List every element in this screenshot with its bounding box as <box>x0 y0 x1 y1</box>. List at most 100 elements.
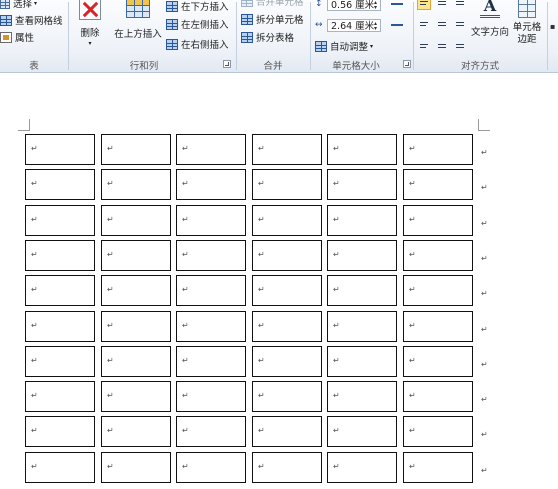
distribute-rows-icon[interactable] <box>391 3 403 5</box>
table-cell[interactable]: ↵ <box>403 134 473 165</box>
table-cell[interactable]: ↵ <box>25 381 95 412</box>
insert-below-button[interactable]: 在下方插入 <box>166 0 229 13</box>
spinner-arrows-icon[interactable]: ▴ ▾ <box>372 0 379 10</box>
table-cell[interactable]: ↵ <box>176 416 246 447</box>
table-cell[interactable]: ↵ <box>25 205 95 236</box>
distribute-columns-icon[interactable] <box>391 24 403 26</box>
autofit-button[interactable]: 自动调整 ▾ <box>315 39 373 53</box>
table-cell[interactable]: ↵ <box>403 275 473 306</box>
table-cell[interactable]: ↵ <box>101 169 171 200</box>
spinner-arrows-icon[interactable]: ▴ ▾ <box>372 20 379 31</box>
row-height-input[interactable]: 0.56 厘米 ▴ ▾ <box>327 0 381 11</box>
table-cell[interactable]: ↵ <box>25 452 95 483</box>
table-cell[interactable]: ↵ <box>327 205 397 236</box>
table-cell[interactable]: ↵ <box>176 169 246 200</box>
table-cell[interactable]: ↵ <box>101 416 171 447</box>
delete-button[interactable]: 删除 ▾ <box>73 0 107 47</box>
cell-margins-button[interactable]: 单元格边距 <box>510 0 544 46</box>
table-cell[interactable]: ↵ <box>101 275 171 306</box>
cell-end-mark: ↵ <box>31 179 38 188</box>
table-cell[interactable]: ↵ <box>252 452 322 483</box>
table-cell[interactable]: ↵ <box>327 169 397 200</box>
table-cell[interactable]: ↵ <box>176 311 246 342</box>
table-cell[interactable]: ↵ <box>403 381 473 412</box>
cell-end-mark: ↵ <box>333 426 340 435</box>
align-bottom-right-button[interactable] <box>453 37 467 50</box>
table-cell[interactable]: ↵ <box>101 381 171 412</box>
table-cell[interactable]: ↵ <box>252 346 322 377</box>
table-cell[interactable]: ↵ <box>327 240 397 271</box>
table-cell[interactable]: ↵ <box>252 416 322 447</box>
insert-above-button[interactable]: 在上方插入 <box>113 0 163 40</box>
table-cell[interactable]: ↵ <box>25 240 95 271</box>
table-cell[interactable]: ↵ <box>252 169 322 200</box>
table-cell[interactable]: ↵ <box>327 346 397 377</box>
split-cells-button[interactable]: 拆分单元格 <box>241 12 304 26</box>
cell-size-launcher-icon[interactable] <box>403 60 411 68</box>
table-cell[interactable]: ↵ <box>25 311 95 342</box>
table-cell[interactable]: ↵ <box>327 311 397 342</box>
table-cell[interactable]: ↵ <box>252 240 322 271</box>
table-cell[interactable]: ↵ <box>176 452 246 483</box>
align-top-center-button[interactable] <box>435 0 449 10</box>
table-cell[interactable]: ↵ <box>176 346 246 377</box>
insert-left-button[interactable]: 在左侧插入 <box>166 17 229 31</box>
split-table-button[interactable]: 拆分表格 <box>241 30 294 44</box>
table-cell[interactable]: ↵ <box>403 240 473 271</box>
table-cell[interactable]: ↵ <box>403 205 473 236</box>
column-width-input[interactable]: 2.64 厘米 ▴ ▾ <box>327 18 381 32</box>
table-cell[interactable]: ↵ <box>403 452 473 483</box>
table-cell[interactable]: ↵ <box>327 452 397 483</box>
table-cell[interactable]: ↵ <box>252 311 322 342</box>
table-cell[interactable]: ↵ <box>101 240 171 271</box>
row-end-mark: ↵ <box>481 289 488 298</box>
select-button[interactable]: 选择 ▾ <box>0 0 37 10</box>
table-cell[interactable]: ↵ <box>252 205 322 236</box>
table-cell[interactable]: ↵ <box>101 134 171 165</box>
table-cell[interactable]: ↵ <box>101 311 171 342</box>
text-direction-button[interactable]: A 文字方向 <box>470 0 510 38</box>
table-cell[interactable]: ↵ <box>101 346 171 377</box>
cell-end-mark: ↵ <box>107 285 114 294</box>
alignment-group-label: 对齐方式 <box>460 61 499 72</box>
table-cell[interactable]: ↵ <box>176 134 246 165</box>
table-cell[interactable]: ↵ <box>327 275 397 306</box>
table-cell[interactable]: ↵ <box>101 205 171 236</box>
table-cell[interactable]: ↵ <box>25 275 95 306</box>
table-cell[interactable]: ↵ <box>327 381 397 412</box>
column-width-spinner[interactable]: ↔ 2.64 厘米 ▴ ▾ <box>315 18 403 32</box>
table-cell[interactable]: ↵ <box>252 134 322 165</box>
properties-button[interactable]: 属性 <box>0 30 34 44</box>
table-cell[interactable]: ↵ <box>176 381 246 412</box>
table-cell[interactable]: ↵ <box>403 311 473 342</box>
table-cell[interactable]: ↵ <box>25 346 95 377</box>
table-cell[interactable]: ↵ <box>101 452 171 483</box>
table-cell[interactable]: ↵ <box>403 416 473 447</box>
align-top-right-button[interactable] <box>453 0 467 10</box>
table-cell[interactable]: ↵ <box>25 416 95 447</box>
table-cell[interactable]: ↵ <box>25 169 95 200</box>
group-divider <box>547 2 548 70</box>
rows-columns-launcher-icon[interactable] <box>223 60 231 68</box>
align-middle-left-button[interactable] <box>417 17 431 30</box>
align-top-left-button[interactable] <box>417 0 431 10</box>
table-cell[interactable]: ↵ <box>403 346 473 377</box>
table-cell[interactable]: ↵ <box>403 169 473 200</box>
view-gridlines-button[interactable]: 查看网格线 <box>0 13 63 27</box>
table-cell[interactable]: ↵ <box>252 275 322 306</box>
row-height-spinner[interactable]: ↕ 0.56 厘米 ▴ ▾ <box>315 0 403 11</box>
overflow-group-icon[interactable]: ▪ <box>550 22 558 36</box>
align-middle-center-button[interactable] <box>435 17 449 30</box>
insert-right-button[interactable]: 在右侧插入 <box>166 37 229 51</box>
align-middle-right-button[interactable] <box>453 17 467 30</box>
table-cell[interactable]: ↵ <box>176 275 246 306</box>
table-cell[interactable]: ↵ <box>176 240 246 271</box>
align-bottom-center-button[interactable] <box>435 37 449 50</box>
table-cell[interactable]: ↵ <box>252 381 322 412</box>
align-bottom-left-button[interactable] <box>417 37 431 50</box>
table-cell[interactable]: ↵ <box>25 134 95 165</box>
table-cell[interactable]: ↵ <box>176 205 246 236</box>
table-cell[interactable]: ↵ <box>327 134 397 165</box>
table-cell[interactable]: ↵ <box>327 416 397 447</box>
insert-left-label: 在左侧插入 <box>181 20 229 31</box>
